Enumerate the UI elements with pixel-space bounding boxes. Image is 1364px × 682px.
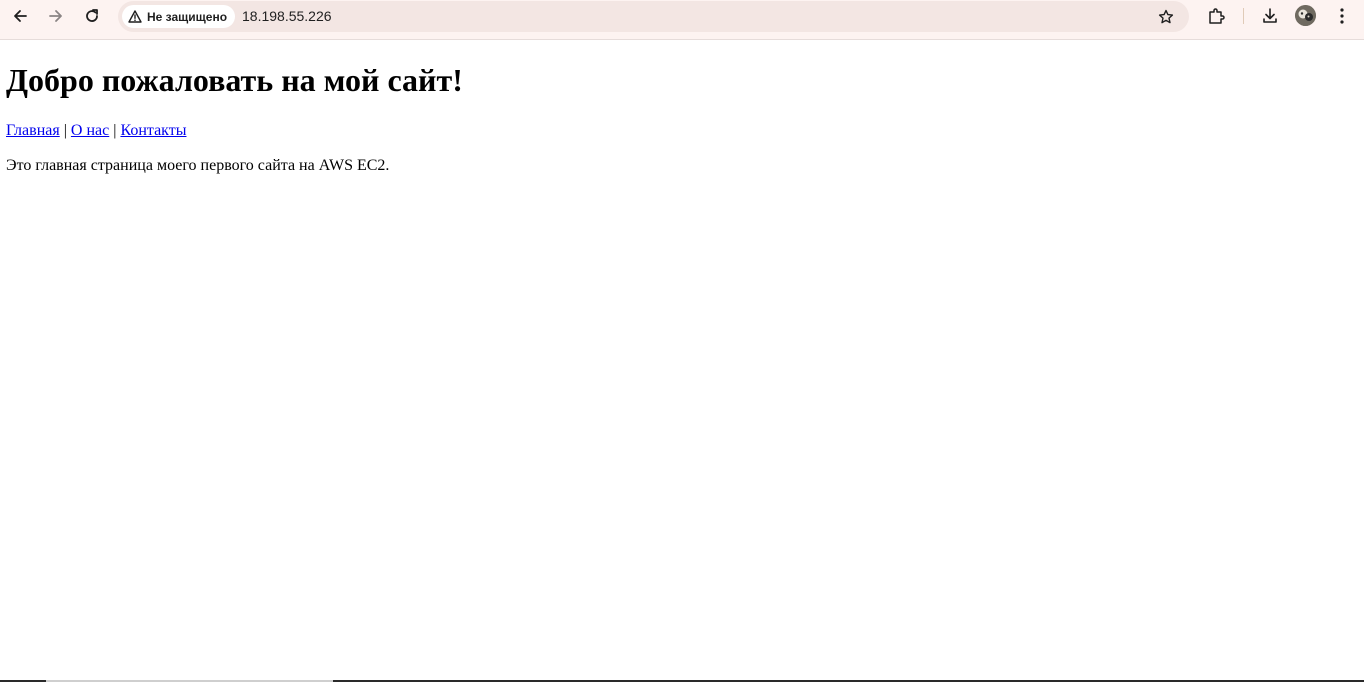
arrow-right-icon <box>49 10 62 22</box>
page-content: Добро пожаловать на мой сайт! Главная | … <box>0 40 1364 682</box>
reload-icon <box>86 9 98 22</box>
reload-button[interactable] <box>78 2 106 30</box>
site-nav: Главная | О нас | Контакты <box>6 121 1358 140</box>
security-label: Не защищено <box>147 9 228 24</box>
extensions-button[interactable] <box>1202 2 1230 30</box>
nav-link-home[interactable]: Главная <box>6 122 60 139</box>
toolbar-divider <box>1243 8 1244 24</box>
browser-menu-button[interactable] <box>1328 2 1356 30</box>
security-chip[interactable]: Не защищено <box>122 5 236 28</box>
nav-link-about[interactable]: О нас <box>71 122 109 139</box>
kebab-menu-icon <box>1340 8 1344 24</box>
warning-triangle-icon <box>128 10 142 23</box>
nav-link-contacts[interactable]: Контакты <box>120 122 186 139</box>
avatar[interactable] <box>1295 5 1316 26</box>
nav-separator: | <box>59 122 71 139</box>
download-icon <box>1263 8 1277 23</box>
profile-picture-icon <box>1295 5 1316 26</box>
nav-separator: | <box>109 122 121 139</box>
star-icon <box>1158 9 1173 23</box>
downloads-button[interactable] <box>1256 2 1284 30</box>
url-text[interactable]: 18.198.55.226 <box>242 1 332 32</box>
intro-text: Это главная страница моего первого сайта… <box>6 157 390 174</box>
address-bar[interactable]: Не защищено 18.198.55.226 <box>118 1 1189 32</box>
page-title: Добро пожаловать на мой сайт! <box>6 62 463 98</box>
arrow-left-icon <box>14 10 27 22</box>
bookmark-button[interactable] <box>1152 3 1179 30</box>
forward-button[interactable] <box>42 2 70 30</box>
browser-toolbar: Не защищено 18.198.55.226 <box>0 0 1364 40</box>
back-button[interactable] <box>6 2 34 30</box>
puzzle-icon <box>1209 8 1225 24</box>
